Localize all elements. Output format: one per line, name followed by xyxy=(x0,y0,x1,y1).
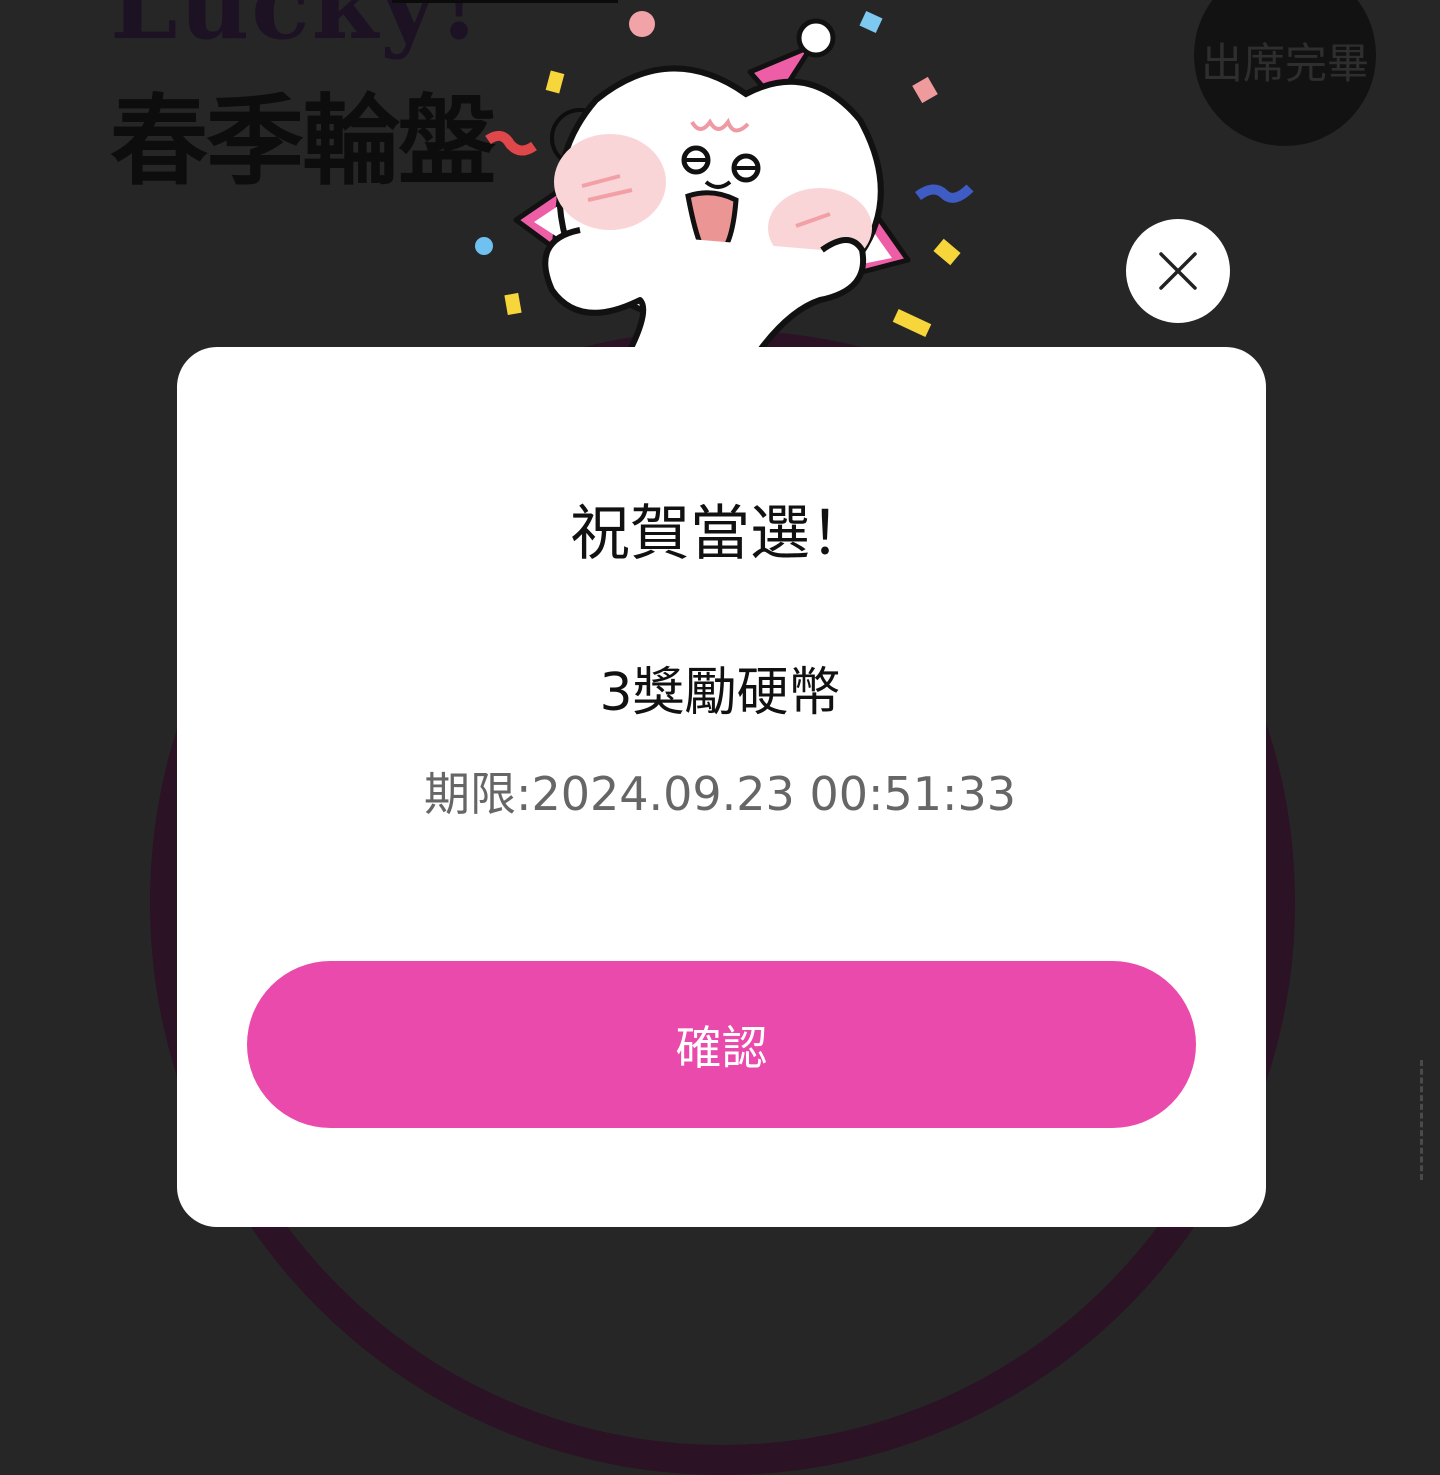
dialog-title: 祝賀當選！ xyxy=(570,499,870,569)
prize-label: 3獎勵硬幣 xyxy=(599,663,841,723)
page-title: 春季輪盤 xyxy=(110,85,496,199)
close-button[interactable] xyxy=(1126,219,1230,323)
brand-text: Lucky! xyxy=(110,0,483,61)
scroll-indicator xyxy=(1420,1060,1431,1180)
close-icon xyxy=(1159,252,1197,290)
expiry-date: 期限:2024.09.23 00:51:33 xyxy=(423,767,1017,821)
confirm-button[interactable]: 確認 xyxy=(247,961,1196,1128)
attendance-badge: 出席完畢 xyxy=(1194,0,1376,146)
mascot-illustration xyxy=(475,10,974,350)
brand-underline xyxy=(392,0,618,3)
